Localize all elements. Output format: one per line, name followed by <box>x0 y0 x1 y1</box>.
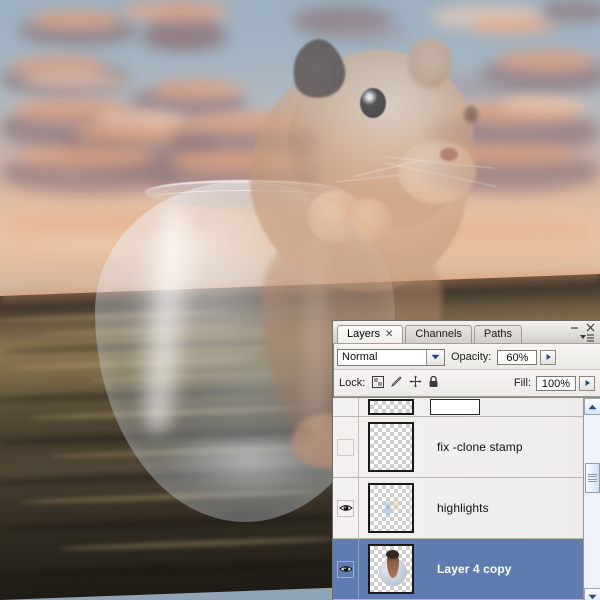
panel-titlebar: Layers ✕ Channels Paths <box>333 321 600 344</box>
lock-position-icon[interactable] <box>409 375 422 391</box>
blend-mode-row: Normal Opacity: 60% <box>333 344 600 370</box>
layer-thumbnail <box>368 422 414 472</box>
panel-menu-icon[interactable] <box>579 333 595 343</box>
cloud <box>152 80 244 100</box>
lock-all-icon[interactable] <box>428 375 439 391</box>
visibility-cell[interactable] <box>333 478 359 538</box>
layer-thumbnail <box>368 483 414 533</box>
cloud <box>96 110 186 128</box>
cloud <box>500 96 590 112</box>
opacity-control[interactable]: 60% <box>497 350 556 365</box>
panel-body: Normal Opacity: 60% Lock: <box>333 344 600 600</box>
cloud <box>20 72 130 88</box>
tab-paths[interactable]: Paths <box>474 325 522 343</box>
blend-mode-value: Normal <box>338 351 377 363</box>
eye-icon <box>339 503 353 513</box>
table-row[interactable]: fix -clone stamp <box>333 417 600 478</box>
scroll-down-button[interactable] <box>584 588 600 600</box>
cloud <box>30 10 122 30</box>
visibility-cell[interactable] <box>333 398 359 416</box>
eye-icon <box>339 564 353 574</box>
layer-thumbnail-cell[interactable] <box>359 478 423 538</box>
tab-close-icon[interactable]: ✕ <box>385 329 393 340</box>
opacity-slider-arrow-icon[interactable] <box>540 350 556 365</box>
fill-label: Fill: <box>514 377 531 389</box>
lock-transparent-pixels-icon[interactable] <box>372 376 384 391</box>
scrollbar-grip-icon <box>588 472 597 484</box>
layer-list[interactable]: fix -clone stamp <box>333 397 600 600</box>
lock-image-pixels-icon[interactable] <box>390 376 403 391</box>
fill-input[interactable]: 100% <box>536 376 576 391</box>
cloud <box>16 146 156 168</box>
visibility-toggle-on[interactable] <box>337 561 354 578</box>
minimize-icon[interactable] <box>569 322 580 333</box>
lock-label: Lock: <box>339 377 365 389</box>
scrollbar-thumb[interactable] <box>585 463 600 493</box>
layer-name: fix -clone stamp <box>423 440 523 454</box>
cloud <box>120 0 230 22</box>
opacity-label: Opacity: <box>451 351 491 363</box>
tab-channels-label: Channels <box>415 328 461 340</box>
blend-mode-select[interactable]: Normal <box>337 349 445 366</box>
photoshop-canvas-screenshot: Layers ✕ Channels Paths <box>0 0 600 600</box>
layer-thumbnail <box>368 544 414 594</box>
lock-toggles <box>372 375 439 391</box>
visibility-toggle-on[interactable] <box>337 500 354 517</box>
scroll-up-button[interactable] <box>584 398 600 415</box>
opacity-input[interactable]: 60% <box>497 350 537 365</box>
layer-mask-thumbnail-cell[interactable] <box>423 398 487 416</box>
fill-slider-arrow-icon[interactable] <box>579 376 595 391</box>
layer-thumbnail-cell[interactable] <box>359 539 423 599</box>
layer-name: Layer 4 copy <box>423 562 512 576</box>
tab-layers-label: Layers <box>347 328 380 340</box>
layers-panel: Layers ✕ Channels Paths <box>332 320 600 600</box>
cloud <box>496 50 596 72</box>
scrollbar-track[interactable] <box>584 415 600 588</box>
layer-name: highlights <box>423 501 489 515</box>
tab-paths-label: Paths <box>484 328 512 340</box>
chevron-down-icon[interactable] <box>426 350 444 365</box>
layer-thumbnail-cell[interactable] <box>359 398 423 416</box>
panel-tabstrip: Layers ✕ Channels Paths <box>333 325 524 343</box>
tab-layers[interactable]: Layers ✕ <box>337 325 403 343</box>
layer-thumbnail <box>368 399 414 415</box>
fill-control[interactable]: 100% <box>536 376 595 391</box>
tab-channels[interactable]: Channels <box>405 325 471 343</box>
layer-thumbnail-cell[interactable] <box>359 417 423 477</box>
table-row[interactable]: highlights <box>333 478 600 539</box>
visibility-cell[interactable] <box>333 539 359 599</box>
table-row[interactable]: Layer 4 copy <box>333 539 600 600</box>
visibility-cell[interactable] <box>333 417 359 477</box>
table-row[interactable] <box>333 398 600 417</box>
lock-row: Lock: <box>333 370 600 397</box>
layer-list-scrollbar[interactable] <box>583 398 600 600</box>
layer-mask-thumbnail <box>430 399 480 415</box>
visibility-toggle-off[interactable] <box>337 439 354 456</box>
close-icon[interactable] <box>585 322 596 333</box>
cloud <box>540 0 600 22</box>
